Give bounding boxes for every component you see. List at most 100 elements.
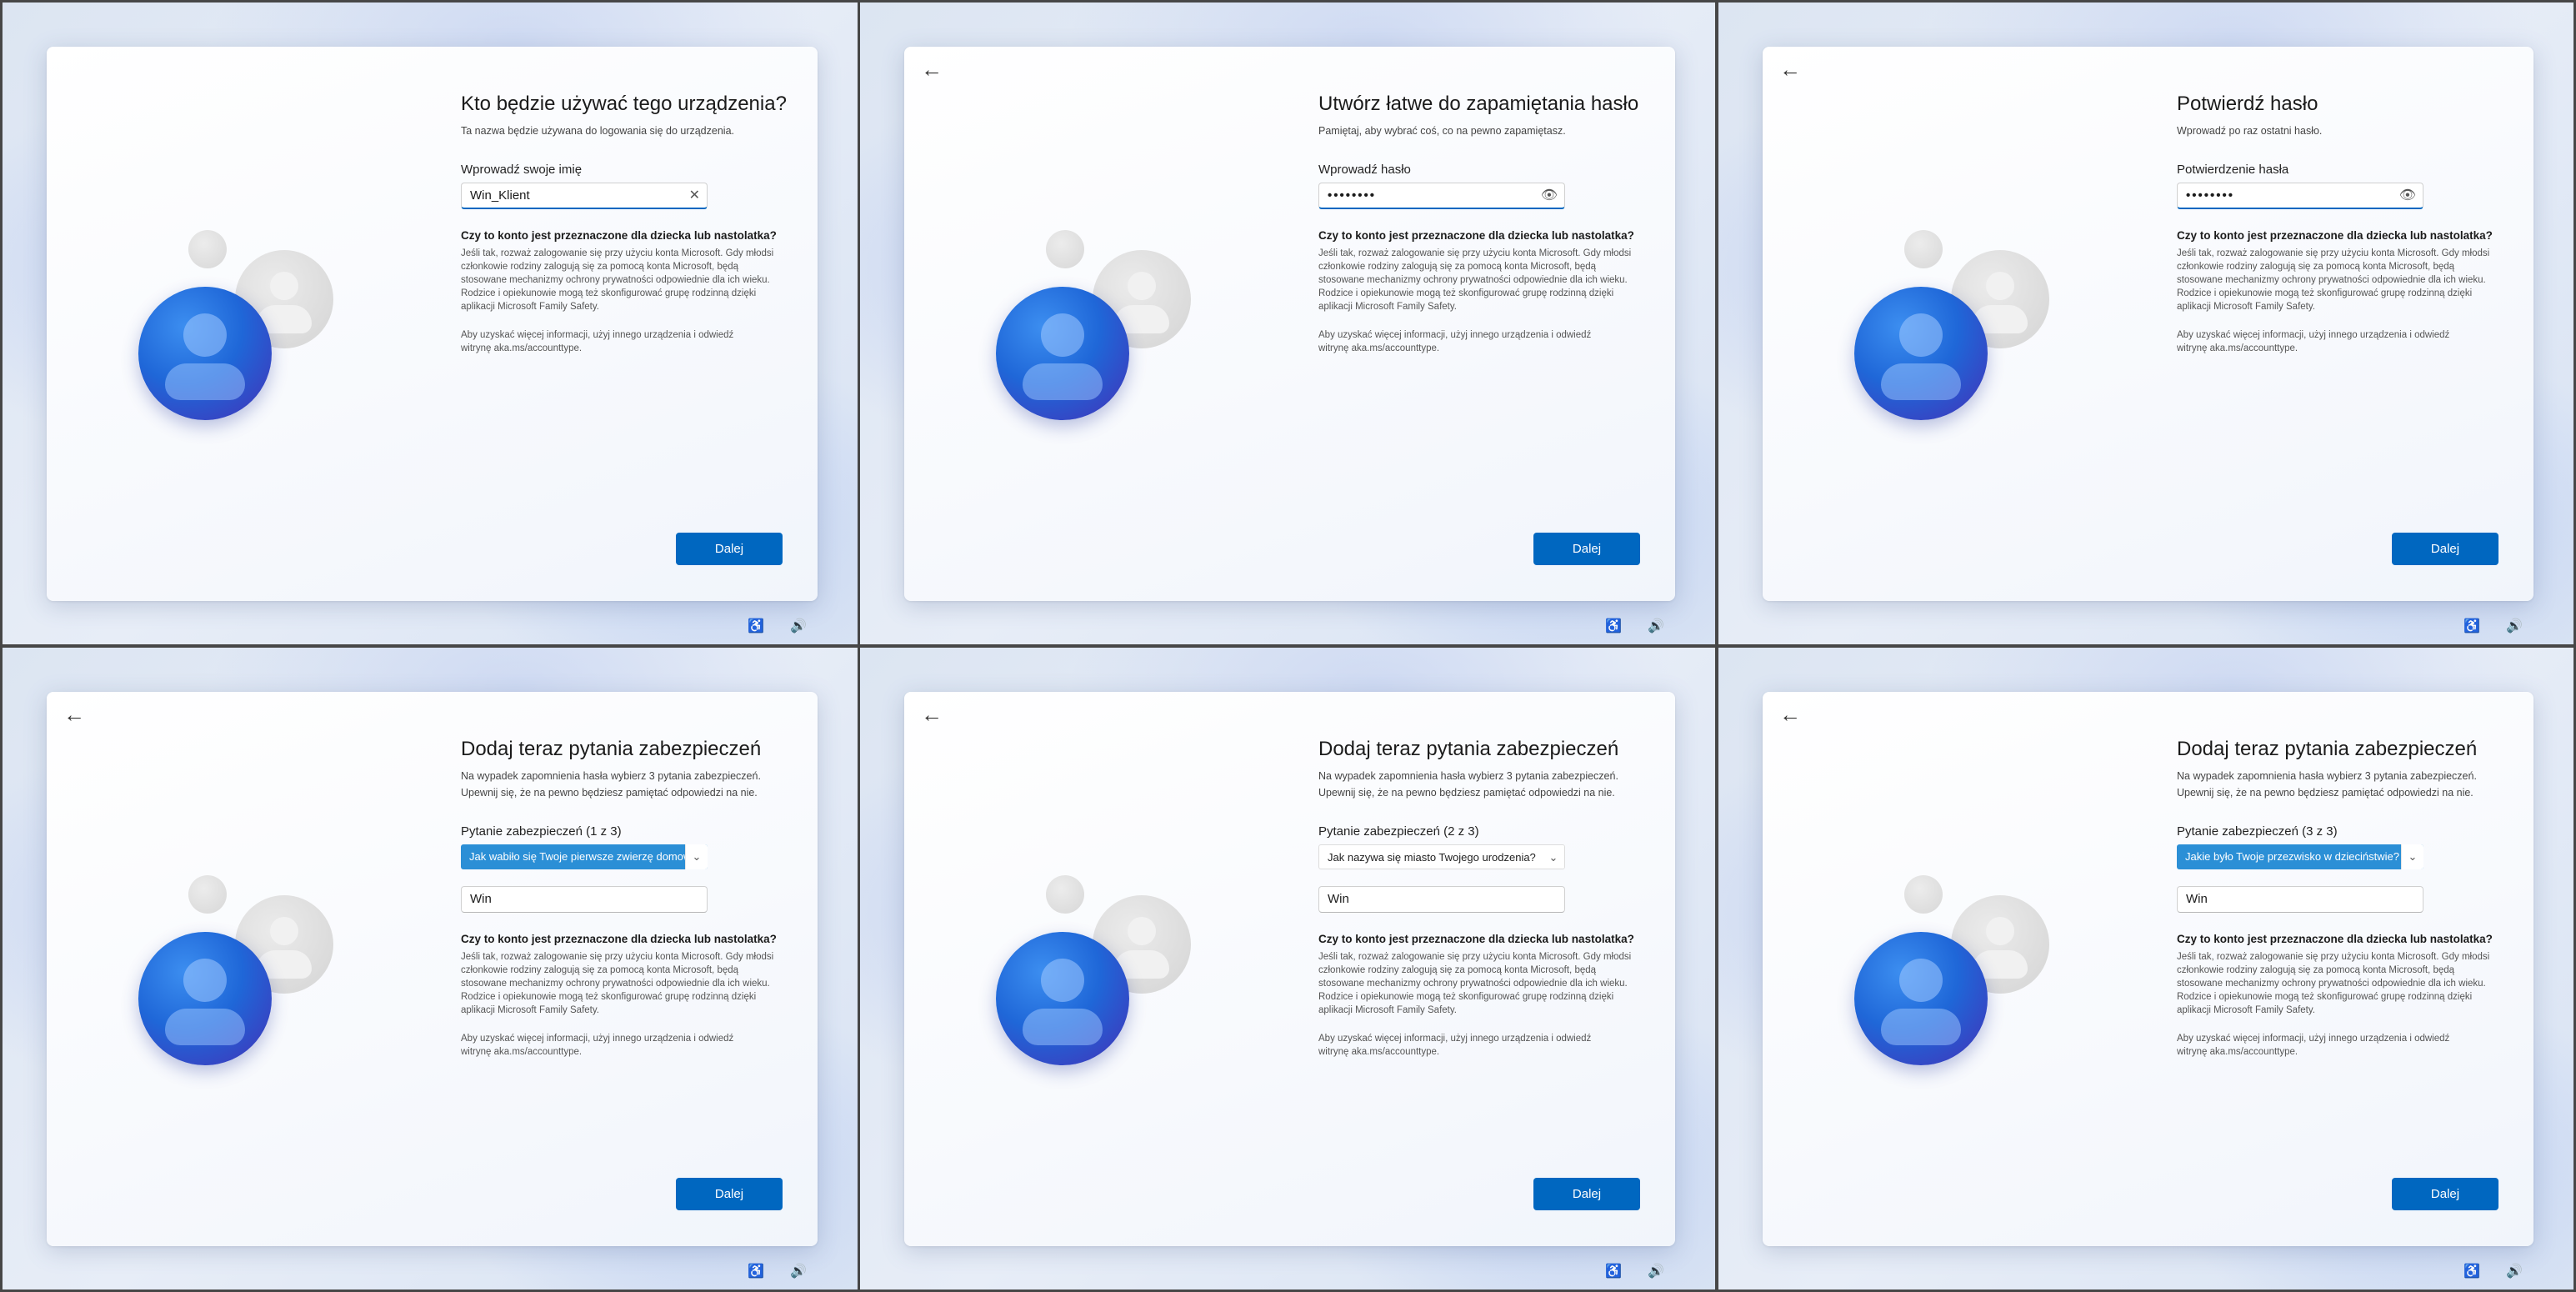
oobe-panel-security-q1: ← Dodaj teraz pytania zabezpieczeń Na wy…: [3, 648, 858, 1289]
oobe-panel-confirm-password: ← Potwierdź hasło Wprowadź po raz ostatn…: [1718, 3, 2573, 644]
setup-card: ← Dodaj teraz pytania zabezpieczeń Na wy…: [1763, 692, 2533, 1246]
child-account-text: Jeśli tak, rozważ zalogowanie się przy u…: [1318, 248, 1632, 312]
security-answer-input[interactable]: Win: [1318, 886, 1565, 913]
name-input[interactable]: Win_Klient ✕: [461, 183, 708, 209]
page-subtitle: Pamiętaj, aby wybrać coś, co na pewno za…: [1318, 125, 1566, 137]
page-subtitle: Wprowadź po raz ostatni hasło.: [2177, 125, 2323, 137]
child-account-text: Jeśli tak, rozważ zalogowanie się przy u…: [2177, 248, 2490, 312]
volume-icon[interactable]: 🔊: [2506, 1263, 2523, 1279]
security-answer-input[interactable]: Win: [2177, 886, 2423, 913]
accessibility-icon[interactable]: ♿: [1605, 618, 1622, 634]
blue-user-icon: [1854, 932, 1988, 1065]
oobe-panel-security-q3: ← Dodaj teraz pytania zabezpieczeń Na wy…: [1718, 648, 2573, 1289]
child-account-heading: Czy to konto jest przeznaczone dla dziec…: [461, 933, 777, 945]
next-button[interactable]: Dalej: [1533, 1178, 1640, 1210]
accessibility-icon[interactable]: ♿: [2463, 1263, 2480, 1279]
user-avatar-illustration: [996, 875, 1204, 1092]
child-account-heading: Czy to konto jest przeznaczone dla dziec…: [461, 229, 777, 242]
more-info-text: Aby uzyskać więcej informacji, użyj inne…: [461, 1034, 734, 1057]
child-account-text: Jeśli tak, rozważ zalogowanie się przy u…: [461, 248, 774, 312]
next-button[interactable]: Dalej: [676, 1178, 783, 1210]
more-info-text: Aby uzyskać więcej informacji, użyj inne…: [1318, 1034, 1592, 1057]
oobe-panel-password: ← Utwórz łatwe do zapamiętania hasło Pam…: [860, 3, 1715, 644]
child-account-heading: Czy to konto jest przeznaczone dla dziec…: [2177, 933, 2493, 945]
back-arrow-icon[interactable]: ←: [1778, 704, 1803, 725]
blue-user-icon: [996, 287, 1129, 420]
child-account-text: Jeśli tak, rozważ zalogowanie się przy u…: [1318, 952, 1632, 1015]
small-bubble: [188, 230, 227, 268]
security-answer-value: Win: [2186, 892, 2208, 906]
setup-card: ← Potwierdź hasło Wprowadź po raz ostatn…: [1763, 47, 2533, 601]
clear-icon[interactable]: ✕: [689, 183, 700, 208]
accessibility-icon[interactable]: ♿: [748, 1263, 764, 1279]
volume-icon[interactable]: 🔊: [790, 1263, 807, 1279]
selected-question: Jak nazywa się miasto Twojego urodzenia?: [1328, 851, 1536, 864]
child-account-text: Jeśli tak, rozważ zalogowanie się przy u…: [461, 952, 774, 1015]
accessibility-icon[interactable]: ♿: [2463, 618, 2480, 634]
next-button[interactable]: Dalej: [676, 533, 783, 565]
confirm-password-label: Potwierdzenie hasła: [2177, 163, 2289, 177]
accessibility-icon[interactable]: ♿: [1605, 1263, 1622, 1279]
setup-card: ← Dodaj teraz pytania zabezpieczeń Na wy…: [47, 692, 818, 1246]
security-question-label: Pytanie zabezpieczeń (2 z 3): [1318, 824, 1479, 839]
chevron-down-icon[interactable]: ⌄: [1543, 845, 1564, 869]
selected-question: Jakie było Twoje przezwisko w dzieciństw…: [2185, 850, 2399, 863]
user-avatar-illustration: [138, 230, 347, 447]
security-answer-value: Win: [1328, 892, 1349, 906]
oobe-panel-security-q2: ← Dodaj teraz pytania zabezpieczeń Na wy…: [860, 648, 1715, 1289]
confirm-password-input[interactable]: •••••••• 👁: [2177, 183, 2423, 209]
security-answer-input[interactable]: Win: [461, 886, 708, 913]
page-title: Potwierdź hasło: [2177, 93, 2318, 115]
name-input-value: Win_Klient: [470, 188, 530, 203]
oobe-panel-name: Kto będzie używać tego urządzenia? Ta na…: [3, 3, 858, 644]
child-account-heading: Czy to konto jest przeznaczone dla dziec…: [2177, 229, 2493, 242]
chevron-down-icon[interactable]: ⌄: [685, 844, 708, 869]
blue-user-icon: [996, 932, 1129, 1065]
user-avatar-illustration: [996, 230, 1204, 447]
reveal-password-icon[interactable]: 👁: [1541, 183, 1558, 208]
volume-icon[interactable]: 🔊: [1648, 1263, 1664, 1279]
next-button[interactable]: Dalej: [2392, 1178, 2498, 1210]
small-bubble: [1046, 230, 1084, 268]
blue-user-icon: [138, 932, 272, 1065]
user-avatar-illustration: [1854, 875, 2063, 1092]
setup-card: ← Utwórz łatwe do zapamiętania hasło Pam…: [904, 47, 1675, 601]
small-bubble: [1046, 875, 1084, 914]
security-question-label: Pytanie zabezpieczeń (3 z 3): [2177, 824, 2338, 839]
next-button[interactable]: Dalej: [2392, 533, 2498, 565]
page-subtitle: Na wypadek zapomnienia hasła wybierz 3 p…: [461, 770, 761, 799]
more-info-text: Aby uzyskać więcej informacji, użyj inne…: [2177, 1034, 2450, 1057]
volume-icon[interactable]: 🔊: [2506, 618, 2523, 634]
security-question-dropdown[interactable]: Jak wabiło się Twoje pierwsze zwierzę do…: [461, 844, 708, 869]
confirm-password-value: ••••••••: [2186, 188, 2235, 203]
accessibility-icon[interactable]: ♿: [748, 618, 764, 634]
more-info-text: Aby uzyskać więcej informacji, użyj inne…: [1318, 330, 1592, 353]
user-avatar-illustration: [138, 875, 347, 1092]
back-arrow-icon[interactable]: ←: [919, 58, 944, 80]
small-bubble: [1904, 875, 1943, 914]
back-arrow-icon[interactable]: ←: [62, 704, 87, 725]
reveal-password-icon[interactable]: 👁: [2399, 183, 2416, 208]
security-question-dropdown[interactable]: Jakie było Twoje przezwisko w dzieciństw…: [2177, 844, 2423, 869]
next-button[interactable]: Dalej: [1533, 533, 1640, 565]
security-question-label: Pytanie zabezpieczeń (1 z 3): [461, 824, 622, 839]
volume-icon[interactable]: 🔊: [1648, 618, 1664, 634]
volume-icon[interactable]: 🔊: [790, 618, 807, 634]
password-input-value: ••••••••: [1328, 188, 1377, 203]
small-bubble: [1904, 230, 1943, 268]
security-question-dropdown[interactable]: Jak nazywa się miasto Twojego urodzenia?…: [1318, 844, 1565, 869]
user-avatar-illustration: [1854, 230, 2063, 447]
chevron-down-icon[interactable]: ⌄: [2401, 844, 2423, 869]
page-title: Dodaj teraz pytania zabezpieczeń: [1318, 738, 1619, 760]
child-account-heading: Czy to konto jest przeznaczone dla dziec…: [1318, 229, 1634, 242]
page-subtitle: Na wypadek zapomnienia hasła wybierz 3 p…: [2177, 770, 2477, 799]
password-input[interactable]: •••••••• 👁: [1318, 183, 1565, 209]
page-title: Dodaj teraz pytania zabezpieczeń: [2177, 738, 2478, 760]
selected-question: Jak wabiło się Twoje pierwsze zwierzę do…: [469, 850, 703, 863]
back-arrow-icon[interactable]: ←: [1778, 58, 1803, 80]
back-arrow-icon[interactable]: ←: [919, 704, 944, 725]
more-info-text: Aby uzyskać więcej informacji, użyj inne…: [461, 330, 734, 353]
page-title: Utwórz łatwe do zapamiętania hasło: [1318, 93, 1639, 115]
page-subtitle: Na wypadek zapomnienia hasła wybierz 3 p…: [1318, 770, 1618, 799]
blue-user-icon: [1854, 287, 1988, 420]
